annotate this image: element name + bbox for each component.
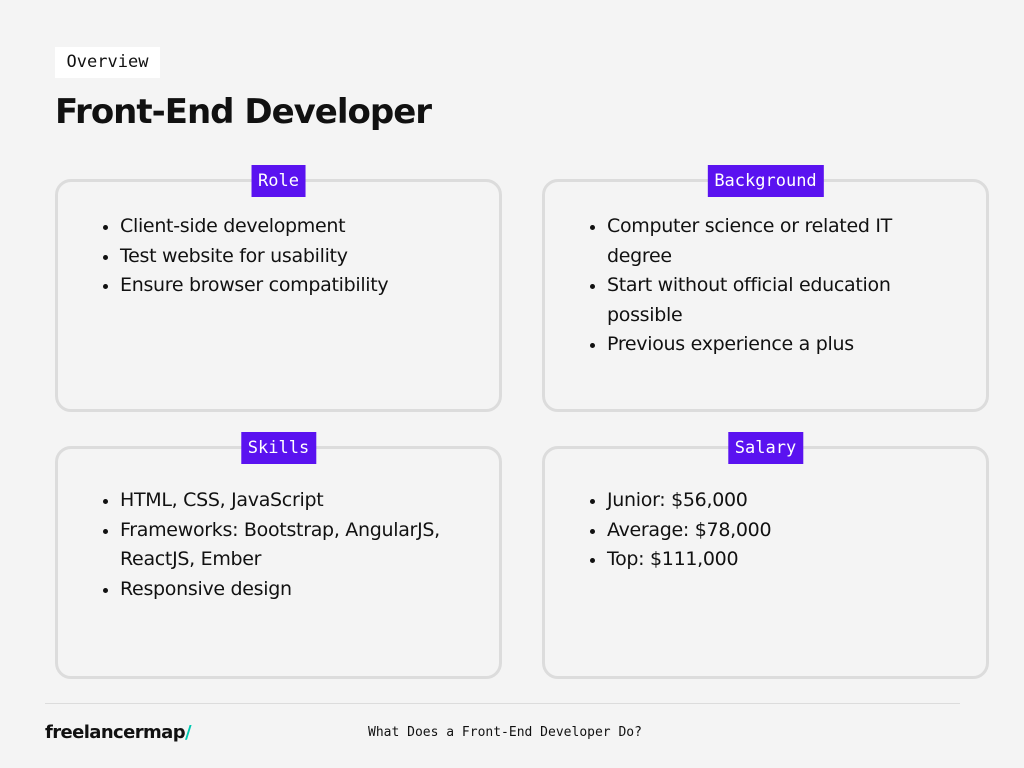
list-item: Computer science or related IT degree — [590, 212, 960, 271]
list-item: Start without official education possibl… — [590, 271, 960, 330]
background-list: Computer science or related IT degree St… — [590, 212, 960, 360]
list-item: HTML, CSS, JavaScript — [103, 486, 473, 516]
freelancermap-logo[interactable]: freelancermap/ — [45, 722, 192, 743]
background-card: Background Computer science or related I… — [542, 165, 989, 412]
role-card: Role Client-side development Test websit… — [55, 165, 502, 412]
skills-label: Skills — [240, 432, 317, 464]
brand-name: freelancermap — [45, 722, 186, 743]
list-item: Average: $78,000 — [590, 516, 960, 546]
list-item: Client-side development — [103, 212, 473, 242]
brand-slash-mark: / — [185, 722, 192, 743]
footer-divider — [45, 703, 960, 704]
list-item: Previous experience a plus — [590, 330, 960, 360]
role-list: Client-side development Test website for… — [103, 212, 473, 301]
list-item: Responsive design — [103, 575, 473, 605]
background-label: Background — [707, 165, 824, 197]
list-item: Junior: $56,000 — [590, 486, 960, 516]
footer-caption: What Does a Front-End Developer Do? — [368, 725, 642, 740]
salary-label: Salary — [727, 432, 804, 464]
list-item: Ensure browser compatibility — [103, 271, 473, 301]
salary-card: Salary Junior: $56,000 Average: $78,000 … — [542, 432, 989, 679]
skills-card: Skills HTML, CSS, JavaScript Frameworks:… — [55, 432, 502, 679]
list-item: Top: $111,000 — [590, 545, 960, 575]
list-item: Test website for usability — [103, 242, 473, 272]
list-item: Frameworks: Bootstrap, AngularJS, ReactJ… — [103, 516, 473, 575]
salary-list: Junior: $56,000 Average: $78,000 Top: $1… — [590, 486, 960, 575]
overview-tag: Overview — [55, 47, 160, 78]
skills-list: HTML, CSS, JavaScript Frameworks: Bootst… — [103, 486, 473, 604]
role-label: Role — [251, 165, 306, 197]
page-title: Front-End Developer — [55, 92, 432, 132]
